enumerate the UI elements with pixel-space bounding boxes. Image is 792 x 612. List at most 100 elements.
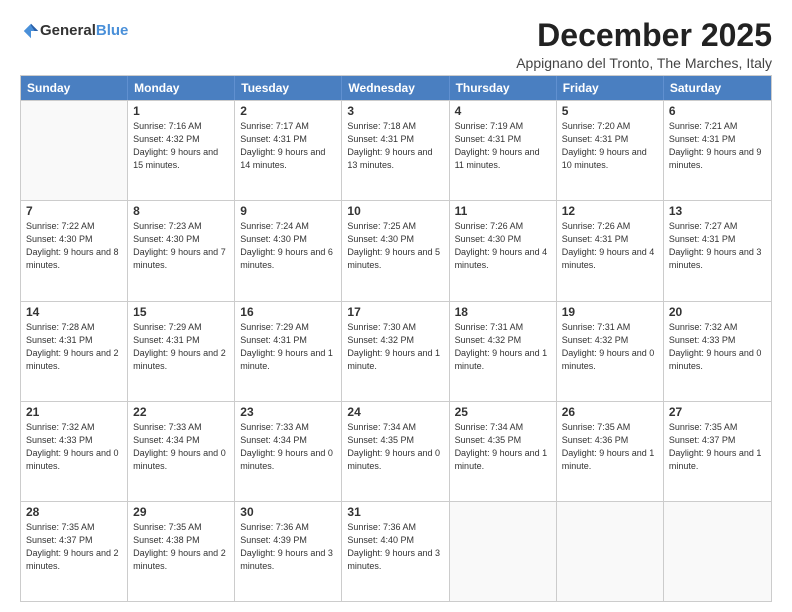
cell-3-3: 24 Sunrise: 7:34 AMSunset: 4:35 PMDayligh…: [342, 402, 449, 501]
cell-2-2: 16 Sunrise: 7:29 AMSunset: 4:31 PMDayligh…: [235, 302, 342, 401]
sun-info: Sunrise: 7:20 AMSunset: 4:31 PMDaylight:…: [562, 120, 658, 172]
day-number: 3: [347, 104, 443, 118]
day-number: 8: [133, 204, 229, 218]
sun-info: Sunrise: 7:32 AMSunset: 4:33 PMDaylight:…: [26, 421, 122, 473]
sun-info: Sunrise: 7:22 AMSunset: 4:30 PMDaylight:…: [26, 220, 122, 272]
cell-1-6: 13Sunrise: 7:27 AMSunset: 4:31 PMDayligh…: [664, 201, 771, 300]
week-row-1: 7 Sunrise: 7:22 AMSunset: 4:30 PMDaylight…: [21, 200, 771, 300]
header: GeneralBlue December 2025 Appignano del …: [20, 18, 772, 71]
logo: GeneralBlue: [20, 22, 128, 40]
week-row-2: 14 Sunrise: 7:28 AMSunset: 4:31 PMDayligh…: [21, 301, 771, 401]
logo-icon: [22, 22, 40, 40]
sun-info: Sunrise: 7:29 AMSunset: 4:31 PMDaylight:…: [240, 321, 336, 373]
day-number: 9: [240, 204, 336, 218]
day-number: 26: [562, 405, 658, 419]
cell-0-5: 5 Sunrise: 7:20 AMSunset: 4:31 PMDaylight…: [557, 101, 664, 200]
header-sunday: Sunday: [21, 76, 128, 100]
sun-info: Sunrise: 7:26 AMSunset: 4:30 PMDaylight:…: [455, 220, 551, 272]
sun-info: Sunrise: 7:26 AMSunset: 4:31 PMDaylight:…: [562, 220, 658, 272]
cell-0-2: 2 Sunrise: 7:17 AMSunset: 4:31 PMDaylight…: [235, 101, 342, 200]
cell-4-3: 31 Sunrise: 7:36 AMSunset: 4:40 PMDayligh…: [342, 502, 449, 601]
calendar: Sunday Monday Tuesday Wednesday Thursday…: [20, 75, 772, 602]
sun-info: Sunrise: 7:19 AMSunset: 4:31 PMDaylight:…: [455, 120, 551, 172]
sun-info: Sunrise: 7:16 AMSunset: 4:32 PMDaylight:…: [133, 120, 229, 172]
sun-info: Sunrise: 7:36 AMSunset: 4:40 PMDaylight:…: [347, 521, 443, 573]
location-title: Appignano del Tronto, The Marches, Italy: [516, 55, 772, 71]
logo-general: General: [40, 22, 96, 39]
sun-info: Sunrise: 7:31 AMSunset: 4:32 PMDaylight:…: [562, 321, 658, 373]
header-friday: Friday: [557, 76, 664, 100]
sun-info: Sunrise: 7:23 AMSunset: 4:30 PMDaylight:…: [133, 220, 229, 272]
cell-0-1: 1 Sunrise: 7:16 AMSunset: 4:32 PMDaylight…: [128, 101, 235, 200]
sun-info: Sunrise: 7:33 AMSunset: 4:34 PMDaylight:…: [240, 421, 336, 473]
day-number: 4: [455, 104, 551, 118]
day-number: 16: [240, 305, 336, 319]
day-number: 1: [133, 104, 229, 118]
page: GeneralBlue December 2025 Appignano del …: [0, 0, 792, 612]
day-number: 17: [347, 305, 443, 319]
cell-3-0: 21Sunrise: 7:32 AMSunset: 4:33 PMDayligh…: [21, 402, 128, 501]
sun-info: Sunrise: 7:35 AMSunset: 4:38 PMDaylight:…: [133, 521, 229, 573]
sun-info: Sunrise: 7:24 AMSunset: 4:30 PMDaylight:…: [240, 220, 336, 272]
cell-2-0: 14 Sunrise: 7:28 AMSunset: 4:31 PMDayligh…: [21, 302, 128, 401]
cell-1-4: 11 Sunrise: 7:26 AMSunset: 4:30 PMDayligh…: [450, 201, 557, 300]
sun-info: Sunrise: 7:35 AMSunset: 4:36 PMDaylight:…: [562, 421, 658, 473]
cell-0-6: 6Sunrise: 7:21 AMSunset: 4:31 PMDaylight…: [664, 101, 771, 200]
cell-3-4: 25 Sunrise: 7:34 AMSunset: 4:35 PMDayligh…: [450, 402, 557, 501]
cell-2-6: 20 Sunrise: 7:32 AMSunset: 4:33 PMDayligh…: [664, 302, 771, 401]
header-saturday: Saturday: [664, 76, 771, 100]
sun-info: Sunrise: 7:34 AMSunset: 4:35 PMDaylight:…: [455, 421, 551, 473]
cell-3-5: 26 Sunrise: 7:35 AMSunset: 4:36 PMDayligh…: [557, 402, 664, 501]
day-number: 11: [455, 204, 551, 218]
sun-info: Sunrise: 7:31 AMSunset: 4:32 PMDaylight:…: [455, 321, 551, 373]
sun-info: Sunrise: 7:29 AMSunset: 4:31 PMDaylight:…: [133, 321, 229, 373]
day-number: 29: [133, 505, 229, 519]
day-number: 20: [669, 305, 766, 319]
day-number: 12: [562, 204, 658, 218]
header-tuesday: Tuesday: [235, 76, 342, 100]
day-number: 7: [26, 204, 122, 218]
cell-4-4: [450, 502, 557, 601]
sun-info: Sunrise: 7:36 AMSunset: 4:39 PMDaylight:…: [240, 521, 336, 573]
day-number: 14: [26, 305, 122, 319]
day-number: 19: [562, 305, 658, 319]
cell-1-0: 7 Sunrise: 7:22 AMSunset: 4:30 PMDaylight…: [21, 201, 128, 300]
cell-0-4: 4 Sunrise: 7:19 AMSunset: 4:31 PMDaylight…: [450, 101, 557, 200]
cell-4-1: 29 Sunrise: 7:35 AMSunset: 4:38 PMDayligh…: [128, 502, 235, 601]
sun-info: Sunrise: 7:35 AMSunset: 4:37 PMDaylight:…: [669, 421, 766, 473]
sun-info: Sunrise: 7:30 AMSunset: 4:32 PMDaylight:…: [347, 321, 443, 373]
cell-2-1: 15 Sunrise: 7:29 AMSunset: 4:31 PMDayligh…: [128, 302, 235, 401]
day-number: 31: [347, 505, 443, 519]
day-number: 2: [240, 104, 336, 118]
day-number: 15: [133, 305, 229, 319]
day-number: 5: [562, 104, 658, 118]
day-number: 23: [240, 405, 336, 419]
cell-4-5: [557, 502, 664, 601]
header-monday: Monday: [128, 76, 235, 100]
sun-info: Sunrise: 7:34 AMSunset: 4:35 PMDaylight:…: [347, 421, 443, 473]
logo-blue: Blue: [96, 22, 129, 39]
sun-info: Sunrise: 7:32 AMSunset: 4:33 PMDaylight:…: [669, 321, 766, 373]
cell-4-2: 30 Sunrise: 7:36 AMSunset: 4:39 PMDayligh…: [235, 502, 342, 601]
cell-3-2: 23 Sunrise: 7:33 AMSunset: 4:34 PMDayligh…: [235, 402, 342, 501]
header-wednesday: Wednesday: [342, 76, 449, 100]
day-number: 28: [26, 505, 122, 519]
sun-info: Sunrise: 7:18 AMSunset: 4:31 PMDaylight:…: [347, 120, 443, 172]
sun-info: Sunrise: 7:35 AMSunset: 4:37 PMDaylight:…: [26, 521, 122, 573]
cell-1-5: 12 Sunrise: 7:26 AMSunset: 4:31 PMDayligh…: [557, 201, 664, 300]
sun-info: Sunrise: 7:21 AMSunset: 4:31 PMDaylight:…: [669, 120, 766, 172]
cell-2-3: 17 Sunrise: 7:30 AMSunset: 4:32 PMDayligh…: [342, 302, 449, 401]
cell-4-6: [664, 502, 771, 601]
day-number: 22: [133, 405, 229, 419]
sun-info: Sunrise: 7:17 AMSunset: 4:31 PMDaylight:…: [240, 120, 336, 172]
cell-2-4: 18Sunrise: 7:31 AMSunset: 4:32 PMDayligh…: [450, 302, 557, 401]
calendar-body: 1 Sunrise: 7:16 AMSunset: 4:32 PMDaylight…: [21, 100, 771, 601]
sun-info: Sunrise: 7:28 AMSunset: 4:31 PMDaylight:…: [26, 321, 122, 373]
cell-0-3: 3 Sunrise: 7:18 AMSunset: 4:31 PMDaylight…: [342, 101, 449, 200]
day-number: 25: [455, 405, 551, 419]
day-number: 30: [240, 505, 336, 519]
title-block: December 2025 Appignano del Tronto, The …: [516, 18, 772, 71]
week-row-0: 1 Sunrise: 7:16 AMSunset: 4:32 PMDaylight…: [21, 100, 771, 200]
day-number: 27: [669, 405, 766, 419]
day-number: 24: [347, 405, 443, 419]
